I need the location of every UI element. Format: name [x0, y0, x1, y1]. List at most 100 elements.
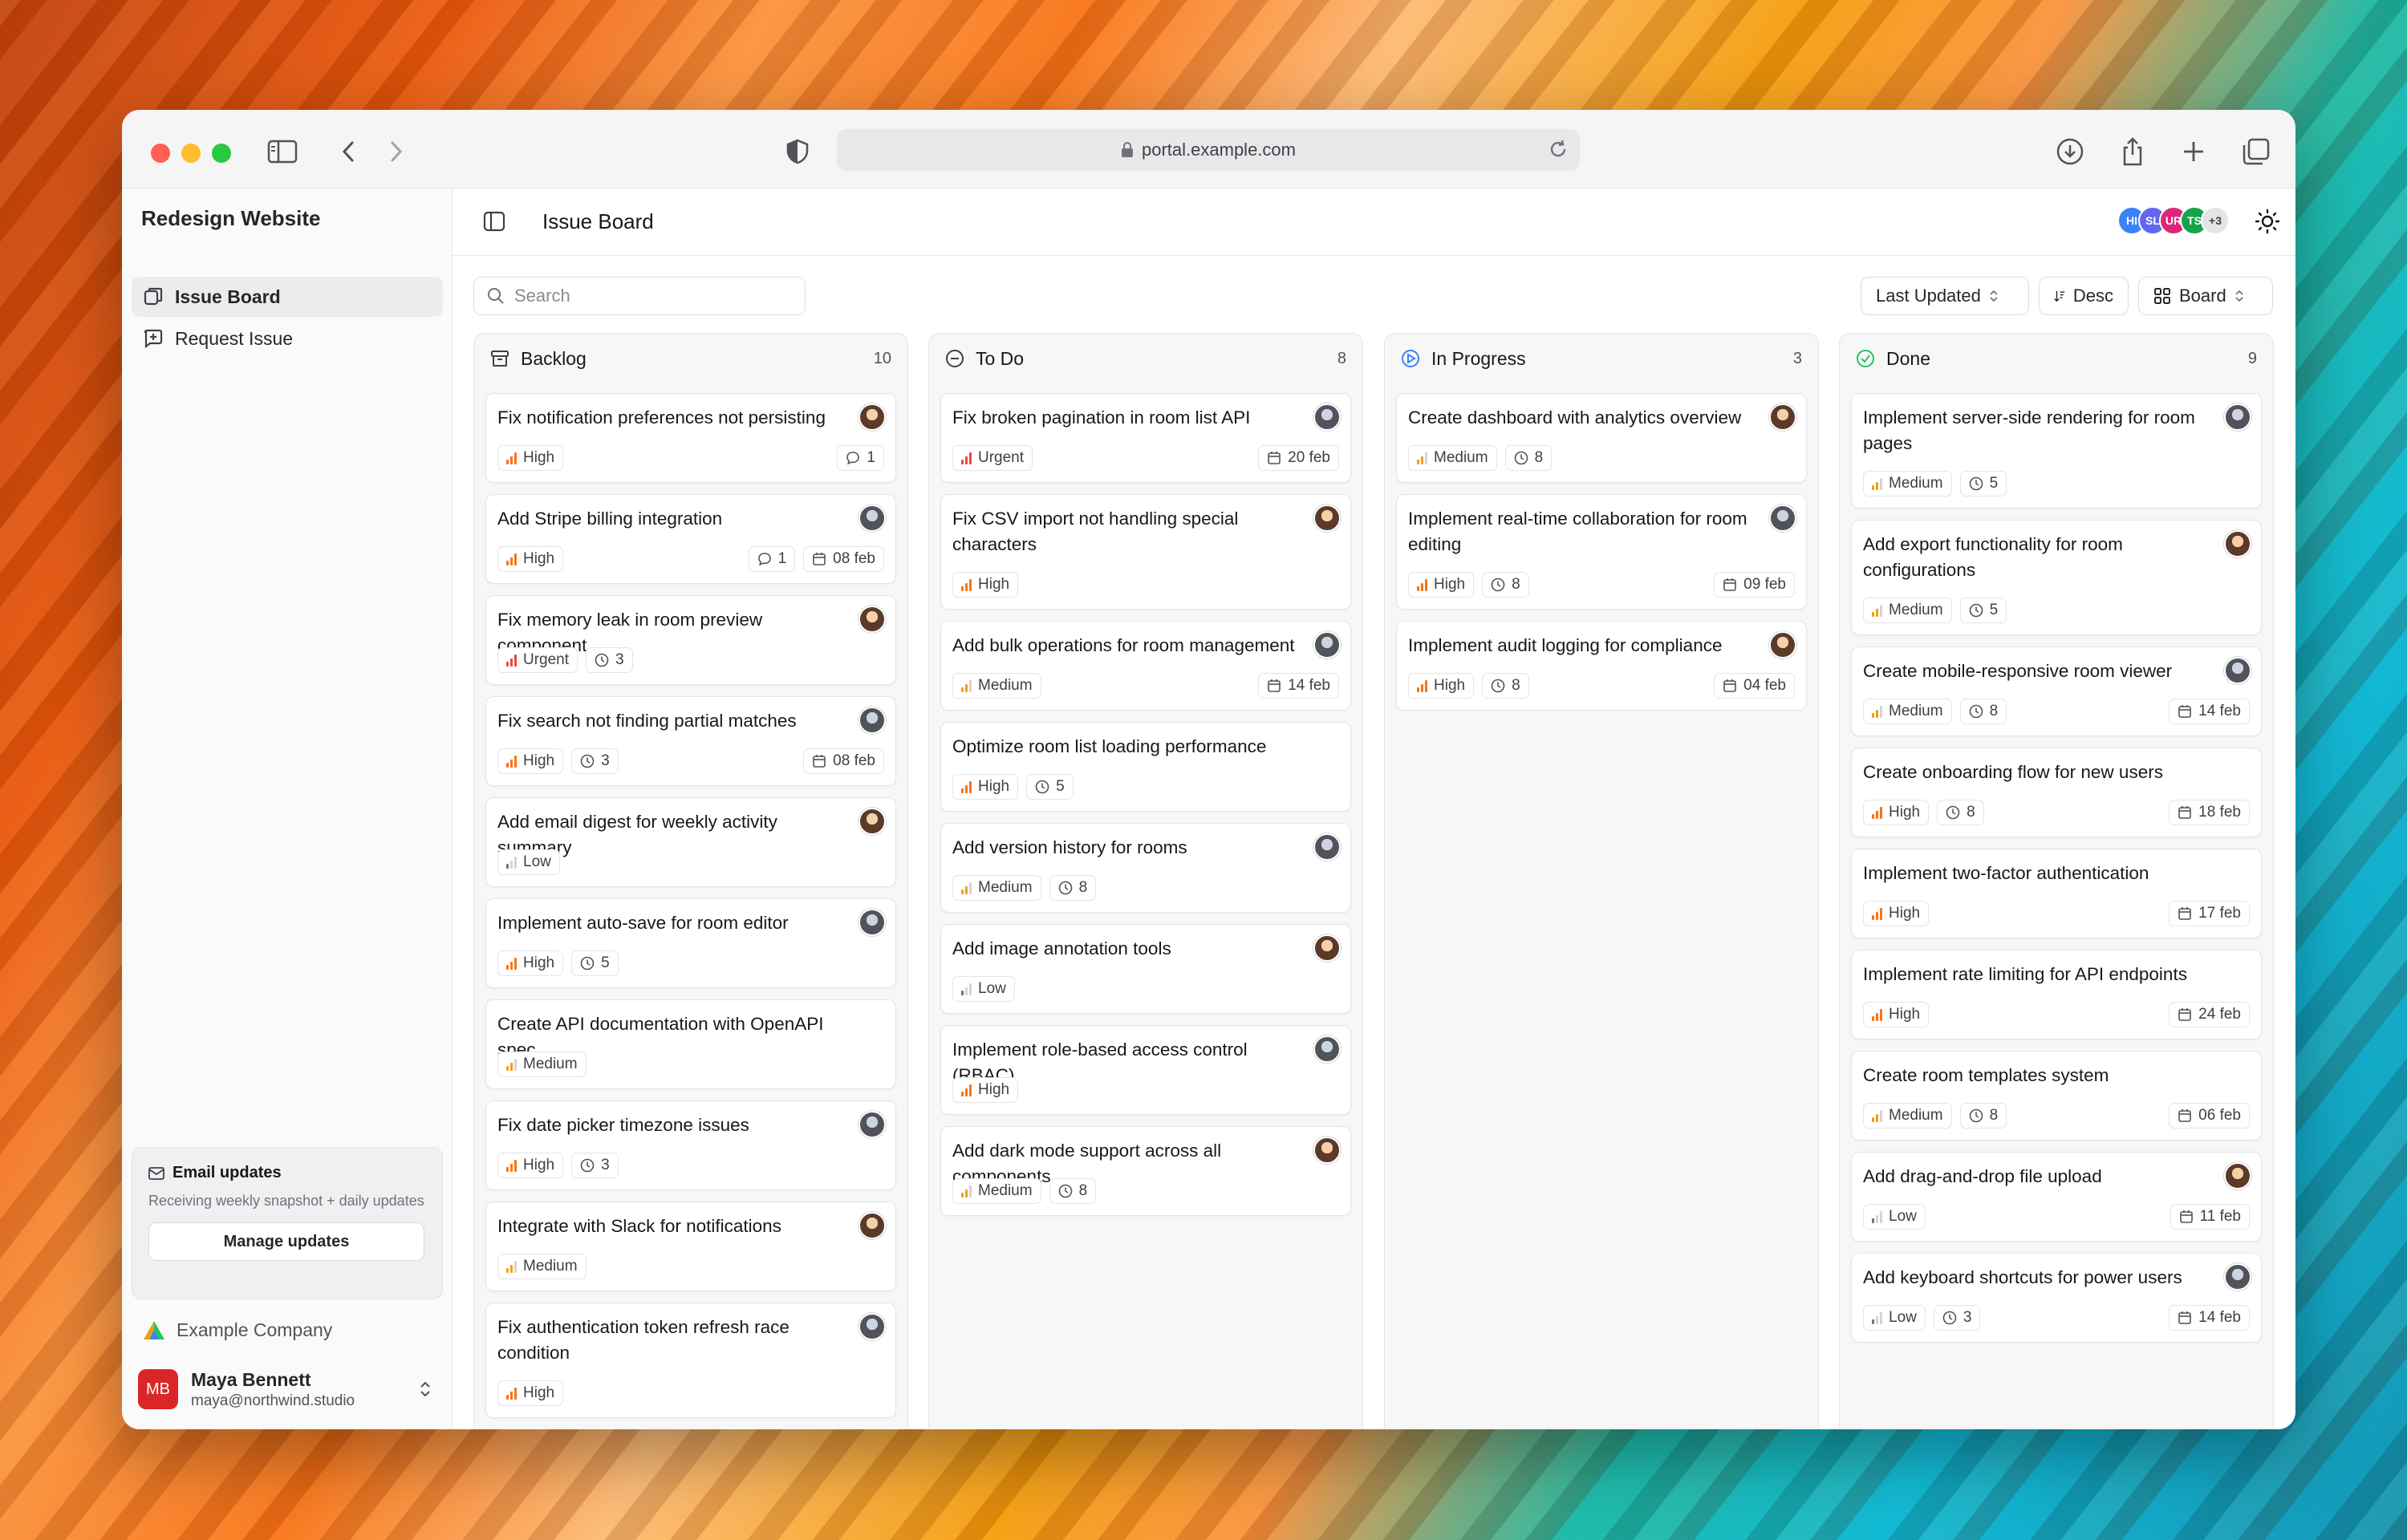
estimate-badge[interactable]: 8	[1049, 1178, 1097, 1204]
new-tab-icon[interactable]	[2176, 134, 2211, 169]
assignee-avatar[interactable]	[1313, 505, 1341, 532]
estimate-badge[interactable]: 8	[1482, 572, 1529, 598]
assignee-avatar[interactable]	[1769, 505, 1796, 532]
assignee-avatar[interactable]	[1769, 403, 1796, 431]
share-icon[interactable]	[2115, 134, 2150, 169]
assignee-avatar[interactable]	[1313, 1137, 1341, 1164]
estimate-badge[interactable]: 8	[1049, 875, 1097, 901]
forward-icon[interactable]	[379, 134, 414, 169]
priority-badge[interactable]: High	[1863, 800, 1930, 825]
assignee-avatar[interactable]	[1313, 403, 1341, 431]
sort-select[interactable]: Last Updated	[1861, 277, 2029, 315]
due-date-badge[interactable]: 08 feb	[803, 748, 884, 774]
issue-card[interactable]: Add keyboard shortcuts for power users Lo…	[1851, 1253, 2262, 1343]
sidebar-item-issue-board[interactable]: Issue Board	[132, 277, 443, 317]
assignee-avatar[interactable]	[1769, 631, 1796, 659]
sidebar-item-request-issue[interactable]: Request Issue	[132, 318, 443, 359]
priority-badge[interactable]: Low	[952, 976, 1015, 1002]
priority-badge[interactable]: Medium	[952, 875, 1041, 901]
priority-badge[interactable]: High	[497, 546, 564, 572]
sun-icon[interactable]	[2254, 208, 2281, 235]
maximize-window-button[interactable]	[212, 144, 231, 163]
issue-card[interactable]: Optimize room list loading performance Hi…	[940, 722, 1351, 812]
assignee-avatar[interactable]	[858, 909, 886, 936]
issue-card[interactable]: Implement auto-save for room editor High 5	[485, 898, 896, 988]
estimate-badge[interactable]: 5	[1026, 774, 1074, 800]
issue-card[interactable]: Implement role-based access control (RBA…	[940, 1025, 1351, 1115]
priority-badge[interactable]: Medium	[1863, 598, 1952, 623]
assignee-avatar[interactable]	[2224, 1263, 2251, 1291]
assignee-avatar[interactable]	[1313, 934, 1341, 962]
due-date-badge[interactable]: 17 feb	[2169, 901, 2250, 926]
due-date-badge[interactable]: 14 feb	[1258, 673, 1339, 699]
assignee-avatar[interactable]	[858, 403, 886, 431]
comments-badge[interactable]: 1	[748, 546, 796, 572]
assignee-avatar[interactable]	[858, 505, 886, 532]
assignee-avatar[interactable]	[1313, 1035, 1341, 1063]
member-avatars[interactable]: HI SL UR TS +3	[2117, 206, 2230, 235]
issue-card[interactable]: Add export functionality for room config…	[1851, 520, 2262, 635]
estimate-badge[interactable]: 3	[571, 748, 619, 774]
priority-badge[interactable]: Medium	[497, 1052, 587, 1077]
issue-card[interactable]: Add image annotation tools Low	[940, 924, 1351, 1014]
priority-badge[interactable]: Urgent	[952, 445, 1033, 471]
issue-card[interactable]: Integrate with Slack for notifications Me…	[485, 1202, 896, 1291]
estimate-badge[interactable]: 8	[1482, 673, 1529, 699]
user-menu[interactable]: MB Maya Bennett maya@northwind.studio	[138, 1365, 443, 1413]
due-date-badge[interactable]: 14 feb	[2169, 1305, 2250, 1331]
privacy-shield-icon[interactable]	[780, 134, 815, 169]
priority-badge[interactable]: Medium	[1408, 445, 1497, 471]
assignee-avatar[interactable]	[858, 606, 886, 633]
issue-card[interactable]: Implement server-side rendering for room…	[1851, 393, 2262, 509]
estimate-badge[interactable]: 3	[586, 647, 633, 673]
issue-card[interactable]: Implement two-factor authentication High 1…	[1851, 849, 2262, 938]
priority-badge[interactable]: Medium	[952, 673, 1041, 699]
estimate-badge[interactable]: 8	[1504, 445, 1553, 471]
assignee-avatar[interactable]	[858, 808, 886, 835]
estimate-badge[interactable]: 8	[1937, 800, 1984, 825]
sidebar-toggle-icon[interactable]	[265, 134, 300, 169]
sort-order-button[interactable]: Desc	[2039, 277, 2129, 315]
issue-card[interactable]: Add drag-and-drop file upload Low 11 feb	[1851, 1152, 2262, 1242]
view-select[interactable]: Board	[2138, 277, 2273, 315]
close-window-button[interactable]	[151, 144, 170, 163]
download-icon[interactable]	[2052, 134, 2088, 169]
priority-badge[interactable]: Urgent	[497, 647, 578, 673]
issue-card[interactable]: Fix authentication token refresh race co…	[485, 1303, 896, 1418]
issue-card[interactable]: Add Stripe billing integration High 1 08 fe…	[485, 494, 896, 584]
assignee-avatar[interactable]	[858, 1111, 886, 1138]
due-date-badge[interactable]: 14 feb	[2169, 699, 2250, 724]
priority-badge[interactable]: High	[1863, 901, 1930, 926]
reload-icon[interactable]	[1546, 137, 1570, 161]
issue-card[interactable]: Fix broken pagination in room list API Ur…	[940, 393, 1351, 483]
estimate-badge[interactable]: 5	[1959, 471, 2007, 496]
estimate-badge[interactable]: 5	[1959, 598, 2007, 623]
estimate-badge[interactable]: 3	[571, 1153, 619, 1178]
assignee-avatar[interactable]	[2224, 657, 2251, 684]
due-date-badge[interactable]: 04 feb	[1714, 673, 1795, 699]
priority-badge[interactable]: Low	[1863, 1204, 1926, 1230]
due-date-badge[interactable]: 24 feb	[2169, 1002, 2250, 1027]
issue-card[interactable]: Fix search not finding partial matches Hi…	[485, 696, 896, 786]
priority-badge[interactable]: High	[497, 748, 564, 774]
issue-card[interactable]: Add email digest for weekly activity sum…	[485, 797, 896, 887]
priority-badge[interactable]: High	[497, 1380, 564, 1406]
issue-card[interactable]: Create dashboard with analytics overview…	[1396, 393, 1807, 483]
issue-card[interactable]: Implement real-time collaboration for ro…	[1396, 494, 1807, 610]
issue-card[interactable]: Add bulk operations for room management M…	[940, 621, 1351, 711]
due-date-badge[interactable]: 20 feb	[1258, 445, 1339, 471]
issue-card[interactable]: Add version history for rooms Medium 8	[940, 823, 1351, 913]
issue-card[interactable]: Fix memory leak in room preview componen…	[485, 595, 896, 685]
comments-badge[interactable]: 1	[837, 445, 884, 471]
estimate-badge[interactable]: 8	[1959, 1103, 2007, 1129]
issue-card[interactable]: Fix CSV import not handling special char…	[940, 494, 1351, 610]
search-input[interactable]: Search	[473, 277, 806, 315]
due-date-badge[interactable]: 06 feb	[2169, 1103, 2250, 1129]
due-date-badge[interactable]: 11 feb	[2170, 1204, 2250, 1230]
issue-card[interactable]: Add dark mode support across all compone…	[940, 1126, 1351, 1216]
due-date-badge[interactable]: 08 feb	[803, 546, 884, 572]
priority-badge[interactable]: Low	[497, 849, 560, 875]
panel-toggle-icon[interactable]	[483, 211, 505, 232]
tab-overview-icon[interactable]	[2239, 134, 2274, 169]
priority-badge[interactable]: High	[952, 1077, 1019, 1103]
